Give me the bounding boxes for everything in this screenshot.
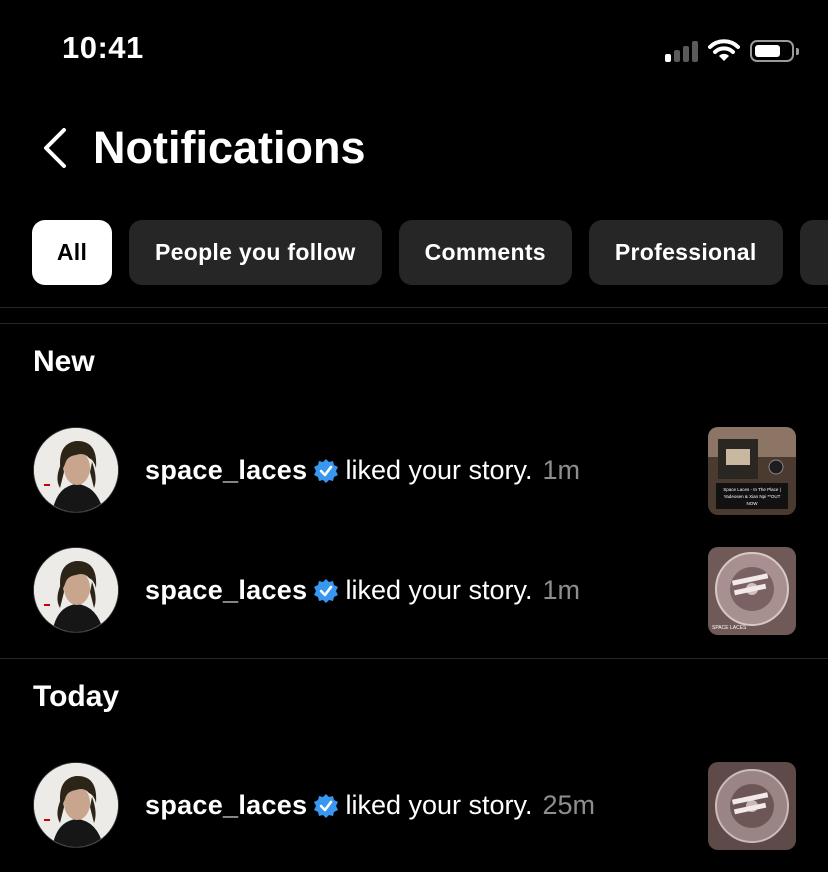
notification-row[interactable]: space_laces liked your story. 25m <box>0 762 828 852</box>
thumb-caption-2: Yadeosen & Xian Npi **OUT <box>724 494 781 499</box>
divider <box>0 323 828 324</box>
timestamp: 25m <box>542 790 596 820</box>
username[interactable]: space_laces <box>145 790 307 821</box>
avatar[interactable] <box>33 547 119 633</box>
status-icons <box>665 36 799 66</box>
username[interactable]: space_laces <box>145 455 307 486</box>
action-text: liked your story. <box>345 790 533 820</box>
status-bar: 10:41 <box>0 0 828 100</box>
verified-badge-icon <box>314 578 339 603</box>
thumb-caption-3: NOW <box>747 501 759 506</box>
tab-comments[interactable]: Comments <box>398 220 572 285</box>
notification-row[interactable]: space_laces liked your story. 1m Space L… <box>0 427 828 517</box>
divider <box>0 658 828 659</box>
story-thumbnail[interactable] <box>708 762 796 850</box>
page-title: Notifications <box>93 122 366 173</box>
story-thumbnail[interactable]: SPACE LACES <box>708 547 796 635</box>
notification-row[interactable]: space_laces liked your story. 1m SPACE L… <box>0 547 828 637</box>
notification-text: space_laces liked your story. 1m <box>145 575 580 606</box>
cellular-signal-icon <box>665 40 698 62</box>
divider <box>0 307 828 308</box>
tab-people-you-follow[interactable]: People you follow <box>129 220 382 285</box>
tab-professional[interactable]: Professional <box>588 220 783 285</box>
filter-tabs: All People you follow Comments Professio… <box>32 220 828 285</box>
action-text: liked your story. <box>345 575 533 605</box>
tab-more[interactable] <box>799 220 828 285</box>
story-thumbnail[interactable]: Space Laces - In The Place | Yadeosen & … <box>708 427 796 515</box>
notification-text: space_laces liked your story. 1m <box>145 455 580 486</box>
timestamp: 1m <box>542 575 581 605</box>
status-time: 10:41 <box>62 30 144 65</box>
thumb-caption: SPACE LACES <box>712 625 747 631</box>
header: Notifications <box>0 110 828 190</box>
avatar[interactable] <box>33 762 119 848</box>
action-text: liked your story. <box>345 455 533 485</box>
avatar[interactable] <box>33 427 119 513</box>
wifi-icon <box>708 39 740 61</box>
timestamp: 1m <box>542 455 581 485</box>
section-title-today: Today <box>33 680 120 713</box>
verified-badge-icon <box>314 793 339 818</box>
thumb-caption-1: Space Laces - In The Place | <box>723 487 781 492</box>
tab-all[interactable]: All <box>32 220 112 285</box>
section-title-new: New <box>33 345 95 378</box>
notification-text: space_laces liked your story. 25m <box>145 790 595 821</box>
username[interactable]: space_laces <box>145 575 307 606</box>
battery-icon <box>750 40 799 62</box>
chevron-left-icon[interactable] <box>38 126 74 170</box>
verified-badge-icon <box>314 458 339 483</box>
